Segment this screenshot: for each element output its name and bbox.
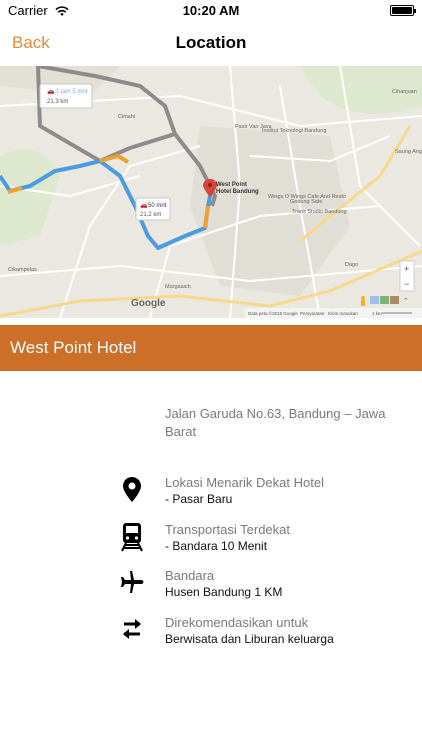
place-label: Cimahi	[118, 114, 135, 120]
train-icon	[119, 522, 145, 552]
svg-text:21,2 km: 21,2 km	[140, 212, 161, 218]
info-row-airport: Bandara Husen Bandung 1 KM	[0, 568, 422, 608]
svg-text:🚗: 🚗	[47, 89, 55, 95]
place-label: Trans Studio Bandung	[292, 209, 347, 215]
place-label: Dago	[345, 262, 358, 268]
place-label: Saung Ang	[395, 149, 422, 155]
google-logo: Google	[131, 298, 166, 309]
clock: 10:20 AM	[182, 3, 240, 18]
airplane-icon	[119, 568, 145, 596]
info-row-transport: Transportasi Terdekat - Bandara 10 Menit	[0, 522, 422, 562]
page-title: Location	[175, 33, 247, 52]
map-report-link[interactable]: Kirim masukan	[328, 311, 358, 316]
map-view[interactable]: 🚗 1 jam 5 mnt 21,3 km 🚗 50 mnt 21,2 km P…	[0, 66, 422, 318]
info-label: Bandara	[165, 568, 215, 583]
place-label: Wings O Wings Cafe And Resto	[268, 194, 346, 200]
info-value: Husen Bandung 1 KM	[165, 585, 283, 599]
svg-text:🚗: 🚗	[140, 203, 148, 209]
hotel-name: West Point Hotel	[10, 338, 137, 357]
map-terms-link[interactable]: Persyaratan	[300, 311, 325, 316]
svg-text:21,3 km: 21,3 km	[47, 99, 68, 105]
svg-text:50 mnt: 50 mnt	[148, 203, 167, 209]
expand-icon[interactable]: ⌃	[403, 297, 409, 305]
map-zoom-controls[interactable]: + −	[399, 260, 415, 292]
place-label: Institut Teknologi Bandung	[262, 128, 326, 134]
info-label: Transportasi Terdekat	[165, 522, 291, 537]
place-label: Cikampelas	[8, 267, 37, 273]
info-row-nearby-attractions: Lokasi Menarik Dekat Hotel - Pasar Baru	[0, 475, 422, 515]
battery-icon	[390, 5, 416, 16]
map-type-thumbnails[interactable]	[370, 296, 399, 304]
place-label: Cihanjuan	[392, 89, 417, 95]
swap-arrows-icon	[119, 615, 145, 643]
route-label-main[interactable]: 🚗 50 mnt 21,2 km	[135, 197, 171, 221]
pegman-icon[interactable]	[361, 296, 365, 306]
hotel-address: Jalan Garuda No.63, Bandung – Jawa Barat	[165, 406, 386, 439]
svg-text:+: +	[404, 264, 409, 274]
svg-text:West Point: West Point	[216, 182, 247, 188]
hotel-name-bar: West Point Hotel	[0, 325, 422, 371]
svg-text:Hotel Bandung: Hotel Bandung	[216, 189, 259, 195]
svg-text:−: −	[404, 279, 409, 289]
info-label: Direkomendasikan untuk	[165, 615, 309, 630]
navigation-bar: Back Location	[0, 22, 422, 64]
info-label: Lokasi Menarik Dekat Hotel	[165, 475, 324, 490]
place-label: Margaasih	[165, 284, 191, 290]
info-value: - Bandara 10 Menit	[165, 539, 268, 553]
svg-text:1 jam 5 mnt: 1 jam 5 mnt	[56, 89, 88, 95]
info-value: Berwisata dan Liburan keluarga	[165, 632, 334, 646]
route-label-alt[interactable]: 🚗 1 jam 5 mnt 21,3 km	[39, 83, 93, 109]
map-attribution: Data peta ©2016 Google	[248, 310, 298, 316]
location-pin-icon	[119, 475, 145, 503]
map-scale: 1 km	[372, 311, 382, 316]
info-value: - Pasar Baru	[165, 492, 233, 506]
status-bar: Carrier 10:20 AM	[0, 0, 422, 22]
info-row-recommended: Direkomendasikan untuk Berwisata dan Lib…	[0, 615, 422, 655]
